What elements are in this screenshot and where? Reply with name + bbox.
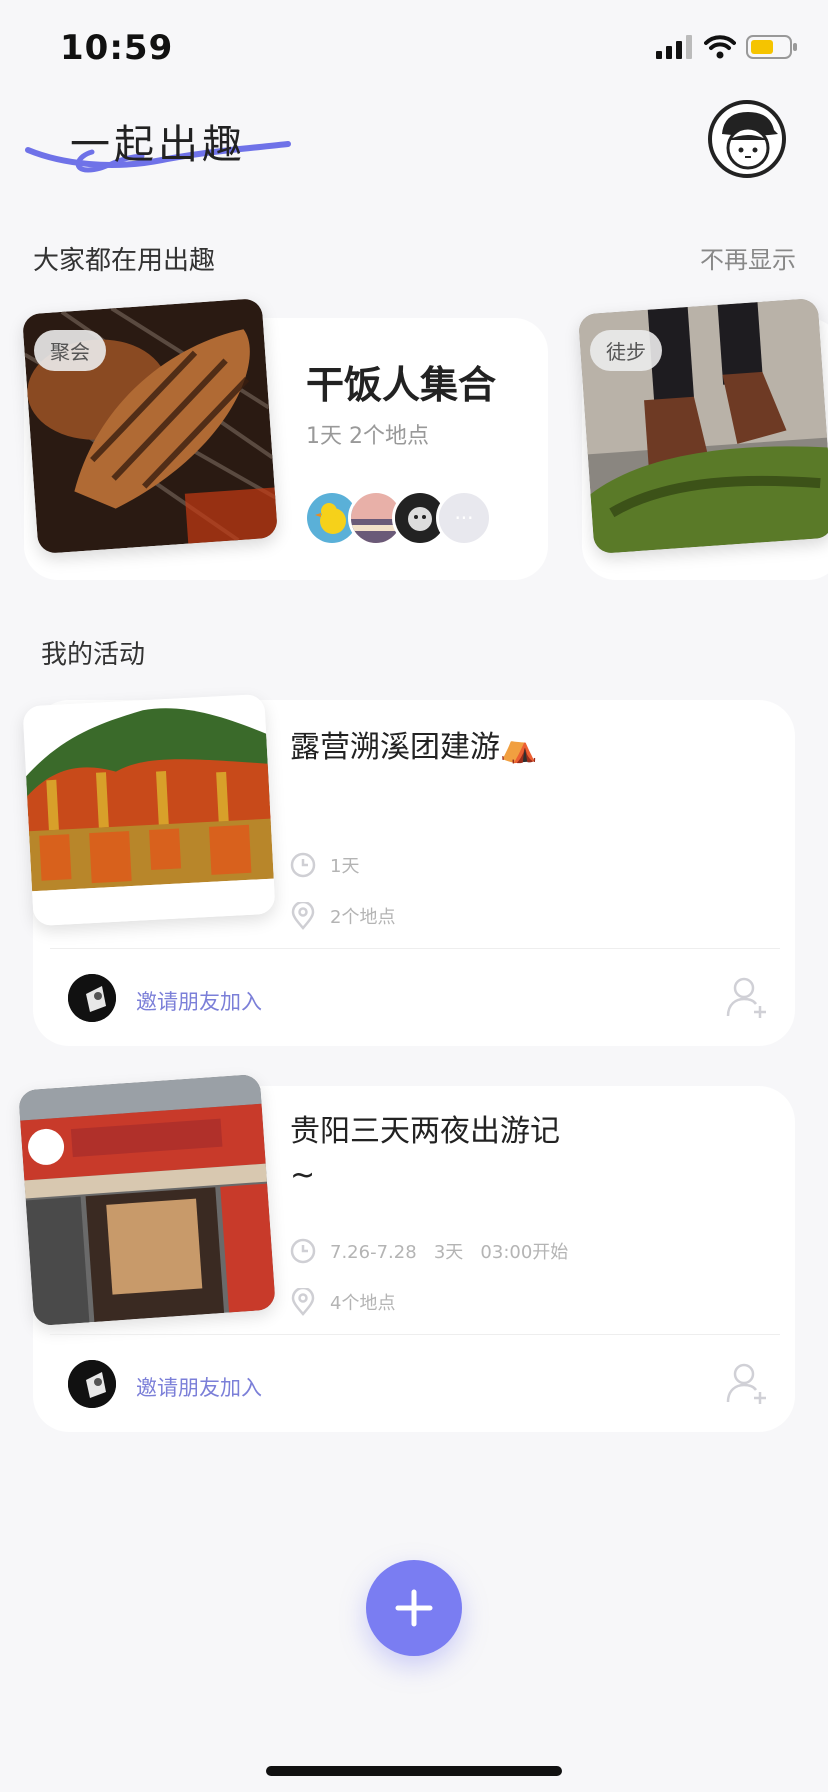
activity-places: 4个地点 [330, 1293, 396, 1314]
battery-icon [746, 35, 797, 59]
add-user-icon[interactable] [724, 1360, 770, 1406]
invite-friends-link[interactable]: 邀请朋友加入 [136, 986, 262, 1016]
location-pin-icon [291, 1288, 315, 1316]
create-activity-button[interactable] [366, 1560, 462, 1656]
home-indicator[interactable] [266, 1766, 562, 1776]
activity-title: 露营溯溪团建游⛺ [290, 730, 538, 765]
cartoon-avatar-icon [722, 112, 778, 170]
dismiss-button[interactable]: 不再显示 [700, 240, 796, 275]
activity-duration: 1天 [330, 856, 360, 877]
activity-photo-autumn-lake [22, 693, 276, 927]
activity-photo-restaurant [18, 1073, 276, 1327]
activity-duration: 7.26-7.28 3天 03:00开始 [330, 1242, 569, 1263]
invite-friends-link[interactable]: 邀请朋友加入 [136, 1372, 262, 1402]
profile-avatar[interactable] [708, 100, 786, 178]
participant-avatars: ··· [304, 490, 492, 546]
add-user-icon[interactable] [724, 974, 770, 1020]
signal-icon [656, 35, 692, 59]
activity-duration-row: 1天 [290, 852, 359, 878]
divider [50, 948, 780, 949]
wifi-icon [704, 35, 736, 59]
clock-icon [290, 1238, 316, 1264]
status-time: 10:59 [60, 28, 174, 68]
template-name: 干饭人集合 [306, 363, 497, 407]
activity-places-row: 2个地点 [290, 902, 395, 930]
template-tag: 聚会 [34, 330, 106, 371]
plus-icon [395, 1589, 433, 1627]
activity-places: 2个地点 [330, 907, 396, 928]
my-activities-title: 我的活动 [41, 640, 146, 670]
template-meta: 1天 2个地点 [306, 424, 429, 449]
activity-duration-row: 7.26-7.28 3天 03:00开始 [290, 1238, 568, 1264]
more-participants-icon[interactable]: ··· [436, 490, 492, 546]
clock-icon [290, 852, 316, 878]
divider [50, 1334, 780, 1335]
app-title: 一起出趣 [70, 122, 246, 168]
activity-places-row: 4个地点 [290, 1288, 395, 1316]
templates-section-title: 大家都在用出趣 [33, 246, 216, 276]
location-pin-icon [291, 902, 315, 930]
status-icons [656, 34, 798, 60]
activity-title: 贵阳三天两夜出游记 ~ [290, 1114, 560, 1193]
owner-avatar [68, 974, 116, 1022]
owner-avatar [68, 1360, 116, 1408]
template-tag: 徒步 [590, 330, 662, 371]
